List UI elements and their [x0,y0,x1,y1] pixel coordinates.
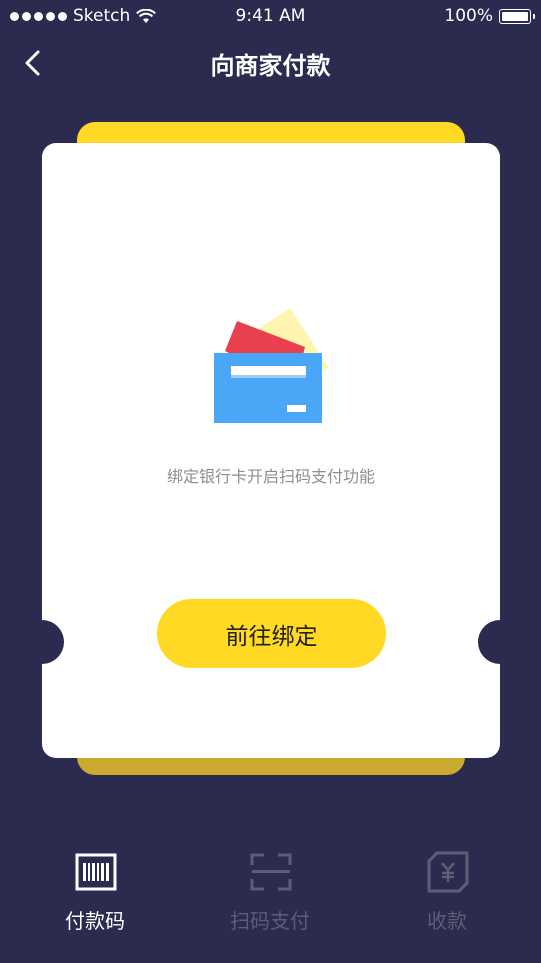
page-title: 向商家付款 [210,52,331,80]
receive-money-icon [427,851,469,893]
tab-scan-pay[interactable]: 扫码支付 [180,840,360,940]
nav-bar: 向商家付款 [0,36,541,88]
tab-bar: 付款码 扫码支付 收款 [0,840,541,963]
battery-icon [499,8,535,24]
tab-label: 付款码 [65,909,125,933]
bind-card-button[interactable]: 前往绑定 [157,599,386,668]
bind-card-hint: 绑定银行卡开启扫码支付功能 [166,467,375,486]
tab-payment-code[interactable]: 付款码 [5,840,185,940]
battery-percent: 100% [444,6,493,26]
status-bar: Sketch 9:41 AM 100% [0,0,541,32]
card-notch-left [42,620,64,664]
barcode-icon [75,853,117,891]
tab-receive[interactable]: 收款 [357,840,537,940]
wallet-card-icon [214,308,329,423]
status-right: 100% [444,6,535,26]
card-notch-right [478,620,500,664]
tab-label: 收款 [427,909,467,933]
payment-card: 绑定银行卡开启扫码支付功能 前往绑定 [42,143,500,758]
scan-icon [250,853,292,891]
tab-label: 扫码支付 [230,909,310,933]
